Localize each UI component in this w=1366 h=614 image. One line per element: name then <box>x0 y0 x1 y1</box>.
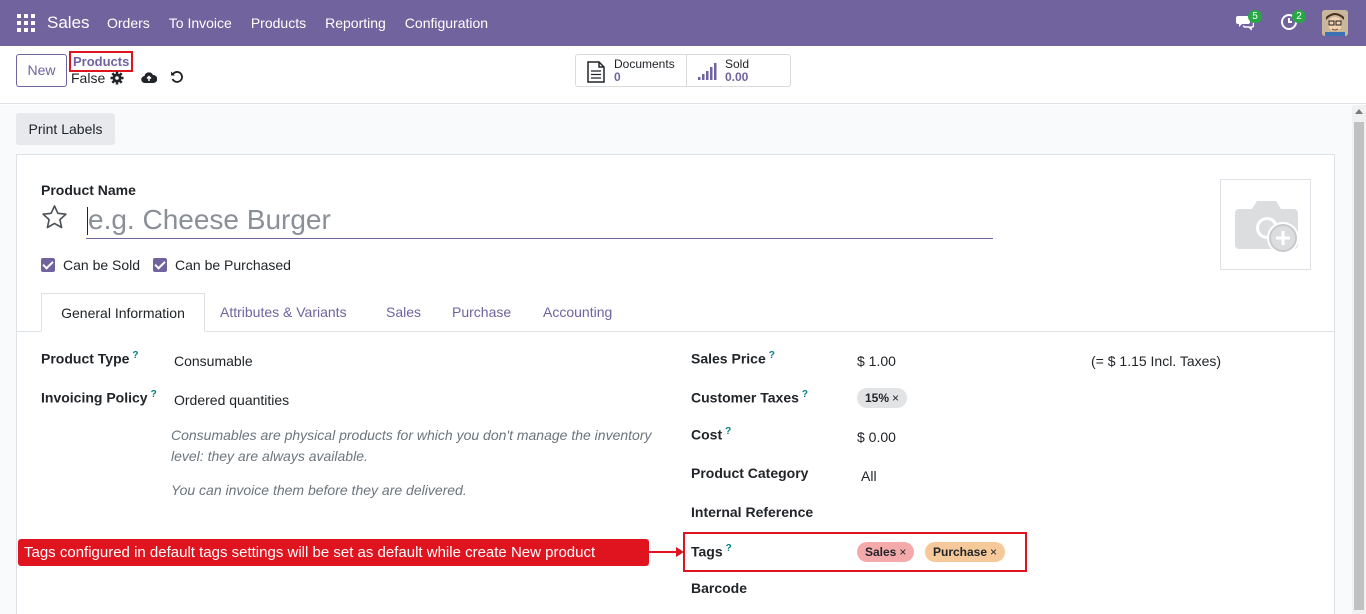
tab-sales[interactable]: Sales <box>386 293 421 332</box>
annotation-callout: Tags configured in default tags settings… <box>18 539 649 566</box>
product-name-input[interactable] <box>86 202 993 239</box>
vertical-scrollbar[interactable] <box>1352 105 1366 614</box>
tag-sales: Sales × <box>857 542 915 562</box>
cost-value[interactable]: $ 0.00 <box>857 429 896 445</box>
camera-add-icon <box>1235 201 1299 254</box>
top-navbar: Sales Orders To Invoice Products Reporti… <box>0 0 1366 46</box>
menu-item-to-invoice[interactable]: To Invoice <box>169 15 232 31</box>
invoicing-policy-label: Invoicing Policy? <box>41 389 157 406</box>
activities-button[interactable]: 2 <box>1280 10 1306 33</box>
annotation-arrow-head-icon <box>676 547 684 557</box>
cost-label: Cost? <box>691 426 732 443</box>
messages-count-badge: 5 <box>1248 10 1262 23</box>
product-type-label: Product Type? <box>41 350 139 367</box>
invoicing-help-text: You can invoice them before they are del… <box>171 482 467 498</box>
help-tooltip-icon[interactable]: ? <box>802 389 808 400</box>
activities-count-badge: 2 <box>1292 10 1306 23</box>
menu-item-orders[interactable]: Orders <box>107 15 150 31</box>
apps-menu-icon[interactable] <box>17 14 35 32</box>
breadcrumb-products-link[interactable]: Products <box>69 51 134 72</box>
documents-smart-button[interactable]: Documents 0 <box>576 55 687 86</box>
smart-buttons: Documents 0 Sold 0.00 <box>575 54 791 87</box>
tags-label: Tags? <box>691 543 732 560</box>
tab-general-information[interactable]: General Information <box>41 293 205 332</box>
sales-price-value[interactable]: $ 1.00 <box>857 353 896 369</box>
cloud-upload-icon[interactable] <box>141 71 157 84</box>
sales-price-label: Sales Price? <box>691 350 775 367</box>
help-tooltip-icon[interactable]: ? <box>725 426 731 437</box>
tag-purchase: Purchase × <box>925 542 1006 562</box>
can-be-purchased-label[interactable]: Can be Purchased <box>175 257 291 273</box>
messages-button[interactable]: 5 <box>1236 10 1262 33</box>
customer-taxes-label: Customer Taxes? <box>691 389 809 406</box>
main-menu: Orders To Invoice Products Reporting Con… <box>107 15 507 31</box>
document-icon <box>587 61 605 83</box>
product-type-help-text: Consumables are physical products for wh… <box>171 427 652 464</box>
help-tooltip-icon[interactable]: ? <box>151 389 157 400</box>
product-category-label: Product Category <box>691 465 809 481</box>
sold-value: 0.00 <box>725 70 749 84</box>
notebook-tabs: General Information Attributes & Variant… <box>17 293 1334 332</box>
invoicing-policy-value[interactable]: Ordered quantities <box>174 392 289 408</box>
remove-tag-icon[interactable]: × <box>892 391 899 405</box>
menu-item-products[interactable]: Products <box>251 15 306 31</box>
signal-bars-icon <box>698 63 717 80</box>
menu-item-configuration[interactable]: Configuration <box>405 15 488 31</box>
documents-count: 0 <box>614 70 621 84</box>
help-tooltip-icon[interactable]: ? <box>726 543 732 554</box>
scroll-up-arrow-icon[interactable] <box>1355 109 1363 114</box>
product-name-label: Product Name <box>41 182 136 198</box>
product-image-upload[interactable] <box>1220 179 1311 270</box>
can-be-sold-row[interactable]: Can be Sold <box>41 257 140 273</box>
scrollbar-thumb[interactable] <box>1354 122 1364 610</box>
undo-icon[interactable] <box>170 70 184 84</box>
remove-tag-icon[interactable]: × <box>899 545 906 559</box>
help-tooltip-icon[interactable]: ? <box>769 350 775 361</box>
menu-item-reporting[interactable]: Reporting <box>325 15 386 31</box>
star-icon[interactable] <box>41 204 68 230</box>
internal-reference-label: Internal Reference <box>691 504 814 520</box>
annotation-arrow-line <box>649 551 679 553</box>
print-labels-button[interactable]: Print Labels <box>16 113 115 145</box>
main-content: Print Labels Product Name Can be Sold <box>0 105 1366 614</box>
user-avatar[interactable] <box>1322 10 1348 36</box>
gear-icon[interactable] <box>110 71 124 85</box>
text-cursor <box>87 207 88 235</box>
can-be-sold-label[interactable]: Can be Sold <box>63 257 140 273</box>
app-brand[interactable]: Sales <box>47 13 90 33</box>
new-button[interactable]: New <box>16 54 67 87</box>
price-incl-taxes: (= $ 1.15 Incl. Taxes) <box>1091 353 1222 369</box>
documents-label: Documents <box>614 57 675 71</box>
tab-purchase[interactable]: Purchase <box>452 293 511 332</box>
sold-smart-button[interactable]: Sold 0.00 <box>687 55 790 86</box>
tax-tag-15: 15% × <box>857 388 908 408</box>
barcode-label: Barcode <box>691 580 748 596</box>
tab-attributes-variants[interactable]: Attributes & Variants <box>220 293 347 332</box>
record-name: False <box>71 70 106 86</box>
can-be-sold-checkbox[interactable] <box>41 258 55 272</box>
can-be-purchased-row[interactable]: Can be Purchased <box>153 257 291 273</box>
remove-tag-icon[interactable]: × <box>990 545 997 559</box>
help-tooltip-icon[interactable]: ? <box>132 350 138 361</box>
product-category-value[interactable]: All <box>861 468 877 484</box>
can-be-purchased-checkbox[interactable] <box>153 258 167 272</box>
product-type-value[interactable]: Consumable <box>174 353 253 369</box>
control-panel: New Products False Documents 0 Sold 0.00 <box>0 46 1366 104</box>
tab-accounting[interactable]: Accounting <box>543 293 612 332</box>
